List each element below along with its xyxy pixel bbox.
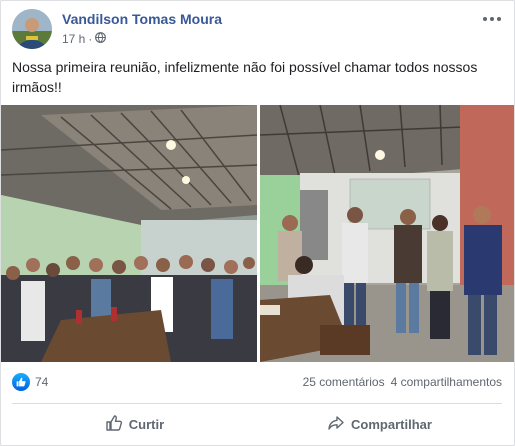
post-stats: 74 25 comentários 4 compartilhamentos: [12, 373, 502, 393]
globe-icon[interactable]: [95, 32, 107, 46]
post-timestamp[interactable]: 17 h: [62, 32, 85, 46]
more-options-icon[interactable]: [482, 9, 502, 23]
post-actions: Curtir Compartilhar: [12, 405, 502, 443]
like-count: 74: [35, 375, 49, 389]
post-photo-2[interactable]: [260, 105, 514, 362]
author-avatar[interactable]: [12, 9, 52, 49]
author-name[interactable]: Vandilson Tomas Moura: [62, 11, 222, 27]
thumb-up-outline-icon: [105, 414, 123, 435]
post-photo-1[interactable]: [1, 105, 257, 362]
shares-count[interactable]: 4 compartilhamentos: [391, 375, 502, 389]
share-arrow-icon: [327, 414, 345, 435]
share-button-label: Compartilhar: [351, 416, 432, 432]
post-card: Vandilson Tomas Moura 17 h · Nossa prime…: [0, 0, 515, 446]
share-button[interactable]: Compartilhar: [257, 405, 502, 443]
like-button-label: Curtir: [128, 416, 165, 432]
post-meta: 17 h ·: [62, 32, 107, 46]
reaction-summary[interactable]: 74: [12, 373, 48, 391]
avatar-photo: [12, 9, 52, 49]
actions-divider: [12, 403, 502, 404]
like-icon: [12, 373, 30, 391]
comments-count[interactable]: 25 comentários: [303, 375, 385, 389]
meta-separator: ·: [88, 32, 93, 46]
post-text: Nossa primeira reunião, infelizmente não…: [12, 59, 478, 95]
like-button[interactable]: Curtir: [12, 405, 257, 443]
